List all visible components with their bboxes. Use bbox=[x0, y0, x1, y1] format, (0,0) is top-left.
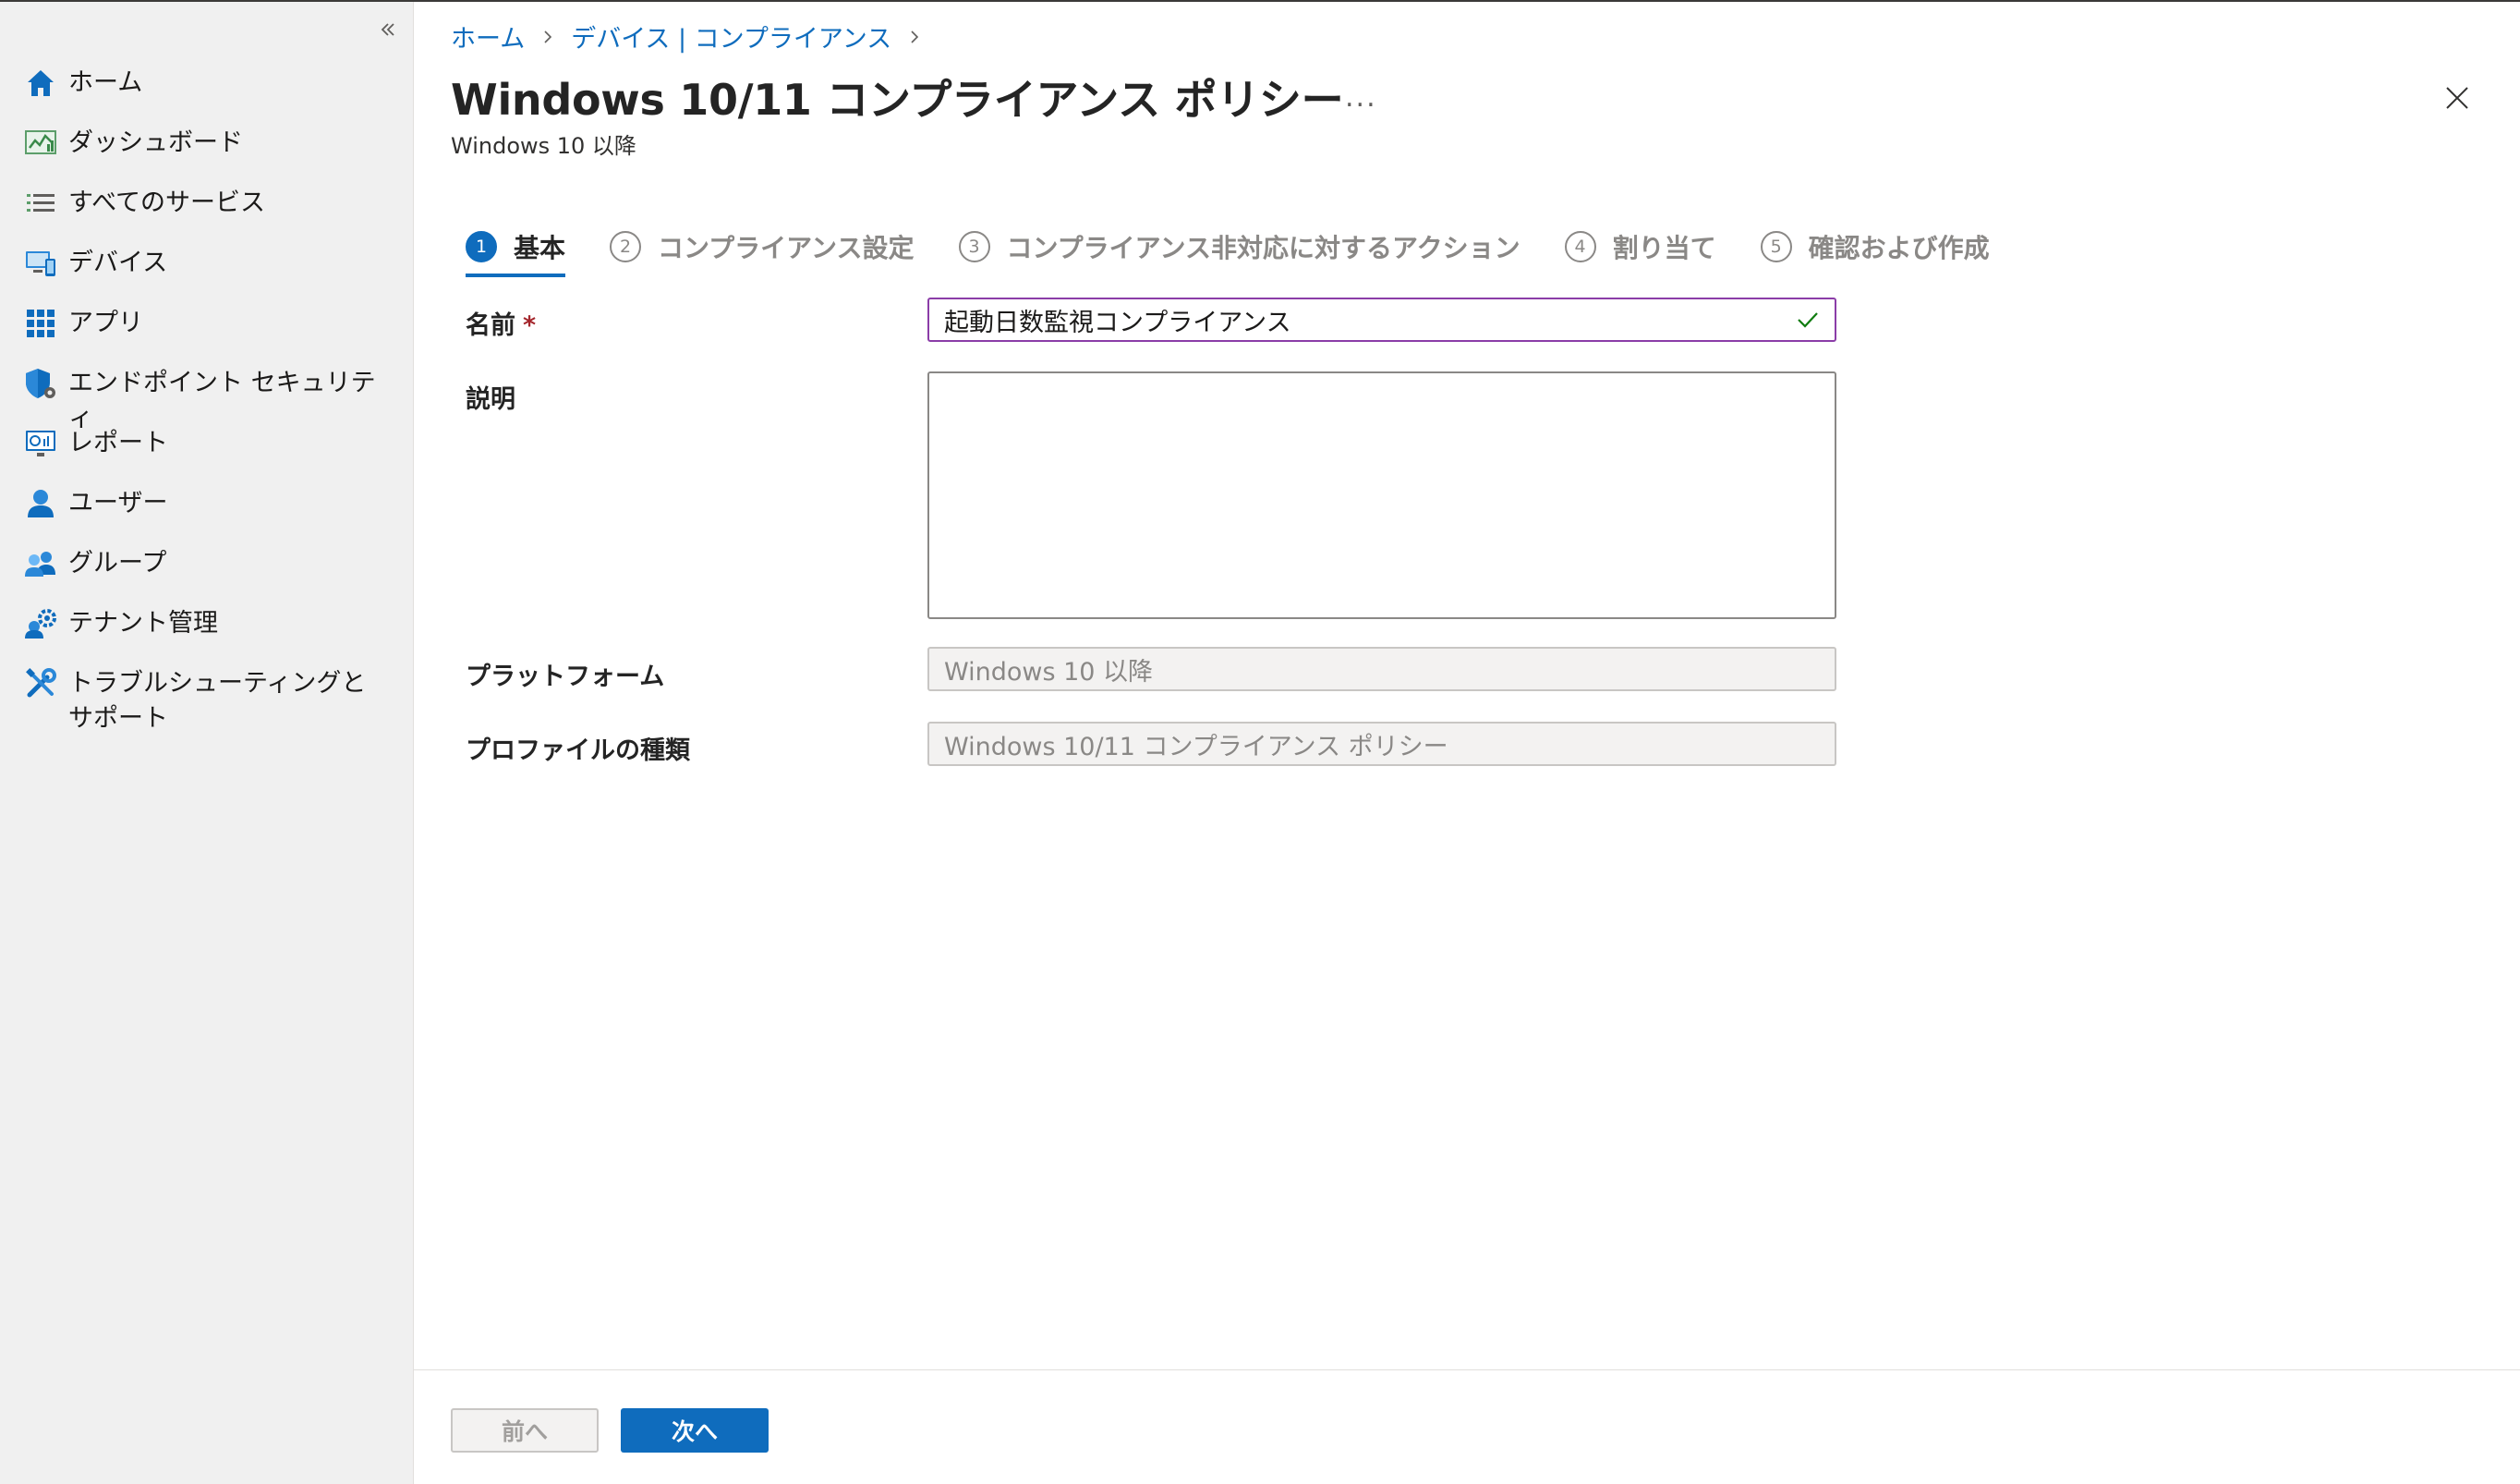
step-number: 1 bbox=[466, 231, 497, 262]
breadcrumb-home-link[interactable]: ホーム bbox=[451, 18, 525, 55]
sidebar-item-dashboard[interactable]: ダッシュボード bbox=[22, 125, 392, 162]
devices-icon bbox=[22, 245, 59, 282]
platform-value: Windows 10 以降 bbox=[944, 657, 1154, 687]
sidebar-item-label: グループ bbox=[68, 549, 167, 578]
checkmark-icon bbox=[1798, 312, 1818, 328]
tenant-admin-gear-icon bbox=[22, 605, 59, 642]
step-compliance-settings[interactable]: 2 コンプライアンス設定 bbox=[610, 222, 915, 272]
sidebar-item-label: アプリ bbox=[68, 309, 143, 337]
required-mark: * bbox=[523, 311, 537, 340]
close-icon bbox=[2446, 87, 2468, 109]
sidebar-item-label: ホーム bbox=[68, 68, 143, 97]
user-icon bbox=[22, 485, 59, 522]
sidebar-item-reports[interactable]: レポート bbox=[22, 425, 392, 462]
apps-grid-icon bbox=[22, 305, 59, 342]
dashboard-icon bbox=[22, 125, 59, 162]
description-label: 説明 bbox=[466, 385, 515, 414]
previous-button[interactable]: 前へ bbox=[451, 1408, 599, 1453]
name-label: 名前 * bbox=[466, 305, 536, 341]
step-label: 割り当て bbox=[1612, 233, 1716, 263]
sidebar-item-label: テナント管理 bbox=[68, 609, 218, 638]
reports-monitor-icon bbox=[22, 425, 59, 462]
sidebar-item-troubleshooting[interactable]: トラブルシューティングとサポート bbox=[22, 665, 392, 736]
step-review-create[interactable]: 5 確認および作成 bbox=[1760, 222, 1990, 272]
home-icon bbox=[22, 65, 59, 102]
sidebar-item-users[interactable]: ユーザー bbox=[22, 485, 392, 522]
sidebar-item-home[interactable]: ホーム bbox=[22, 65, 392, 102]
step-number: 4 bbox=[1564, 231, 1596, 262]
page-subtitle: Windows 10 以降 bbox=[451, 133, 636, 159]
endpoint-security-shield-icon bbox=[22, 365, 59, 402]
sidebar-item-groups[interactable]: グループ bbox=[22, 545, 392, 582]
next-button[interactable]: 次へ bbox=[621, 1408, 769, 1453]
step-assignments[interactable]: 4 割り当て bbox=[1564, 222, 1716, 272]
sidebar-item-all-services[interactable]: すべてのサービス bbox=[22, 185, 392, 222]
sidebar-item-label: デバイス bbox=[68, 249, 168, 277]
page-title: Windows 10/11 コンプライアンス ポリシー bbox=[451, 75, 1344, 125]
step-label: 確認および作成 bbox=[1808, 233, 1990, 263]
group-icon bbox=[22, 545, 59, 582]
footer-divider bbox=[414, 1369, 2520, 1370]
step-label: コンプライアンス非対応に対するアクション bbox=[1006, 233, 1520, 263]
profile-type-field: Windows 10/11 コンプライアンス ポリシー bbox=[927, 722, 1836, 766]
breadcrumb-device-compliance-link[interactable]: デバイス | コンプライアンス bbox=[571, 18, 891, 55]
step-label: 基本 bbox=[514, 233, 566, 263]
platform-field: Windows 10 以降 bbox=[927, 647, 1836, 691]
sidebar-item-label: ユーザー bbox=[68, 489, 168, 517]
sidebar-item-label: ダッシュボード bbox=[68, 128, 243, 157]
name-input[interactable]: 起動日数監視コンプライアンス bbox=[927, 298, 1836, 342]
step-noncompliance-actions[interactable]: 3 コンプライアンス非対応に対するアクション bbox=[958, 222, 1520, 272]
sidebar: ホーム ダッシュボード すべてのサービス デバイス アプリ エンドポイント セキ… bbox=[0, 2, 414, 1484]
list-icon bbox=[22, 185, 59, 222]
wizard-steps: 1 基本 2 コンプライアンス設定 3 コンプライアンス非対応に対するアクション… bbox=[466, 222, 2034, 277]
sidebar-item-label: レポート bbox=[68, 429, 168, 457]
more-options-button[interactable]: ... bbox=[1345, 81, 1377, 114]
step-number: 2 bbox=[610, 231, 642, 262]
step-number: 3 bbox=[958, 231, 990, 262]
troubleshoot-tools-icon bbox=[22, 665, 59, 702]
sidebar-item-label: トラブルシューティングとサポート bbox=[68, 669, 367, 733]
sidebar-item-apps[interactable]: アプリ bbox=[22, 305, 392, 342]
double-chevron-left-icon bbox=[381, 23, 394, 36]
name-input-value: 起動日数監視コンプライアンス bbox=[944, 308, 1291, 337]
chevron-right-icon bbox=[539, 29, 556, 45]
description-textarea[interactable] bbox=[927, 371, 1836, 619]
step-label: コンプライアンス設定 bbox=[658, 233, 915, 263]
sidebar-item-label: すべてのサービス bbox=[68, 189, 266, 217]
breadcrumb: ホーム デバイス | コンプライアンス bbox=[451, 18, 938, 55]
step-number: 5 bbox=[1760, 231, 1792, 262]
collapse-sidebar-button[interactable] bbox=[373, 15, 403, 44]
sidebar-item-devices[interactable]: デバイス bbox=[22, 245, 392, 282]
close-button[interactable] bbox=[2441, 81, 2474, 115]
step-basics[interactable]: 1 基本 bbox=[466, 222, 566, 277]
platform-label: プラットフォーム bbox=[466, 663, 665, 691]
profile-type-label: プロファイルの種類 bbox=[466, 736, 690, 765]
profile-type-value: Windows 10/11 コンプライアンス ポリシー bbox=[944, 732, 1448, 761]
chevron-right-icon bbox=[906, 29, 923, 45]
name-label-text: 名前 bbox=[466, 311, 515, 340]
sidebar-item-tenant-admin[interactable]: テナント管理 bbox=[22, 605, 392, 642]
